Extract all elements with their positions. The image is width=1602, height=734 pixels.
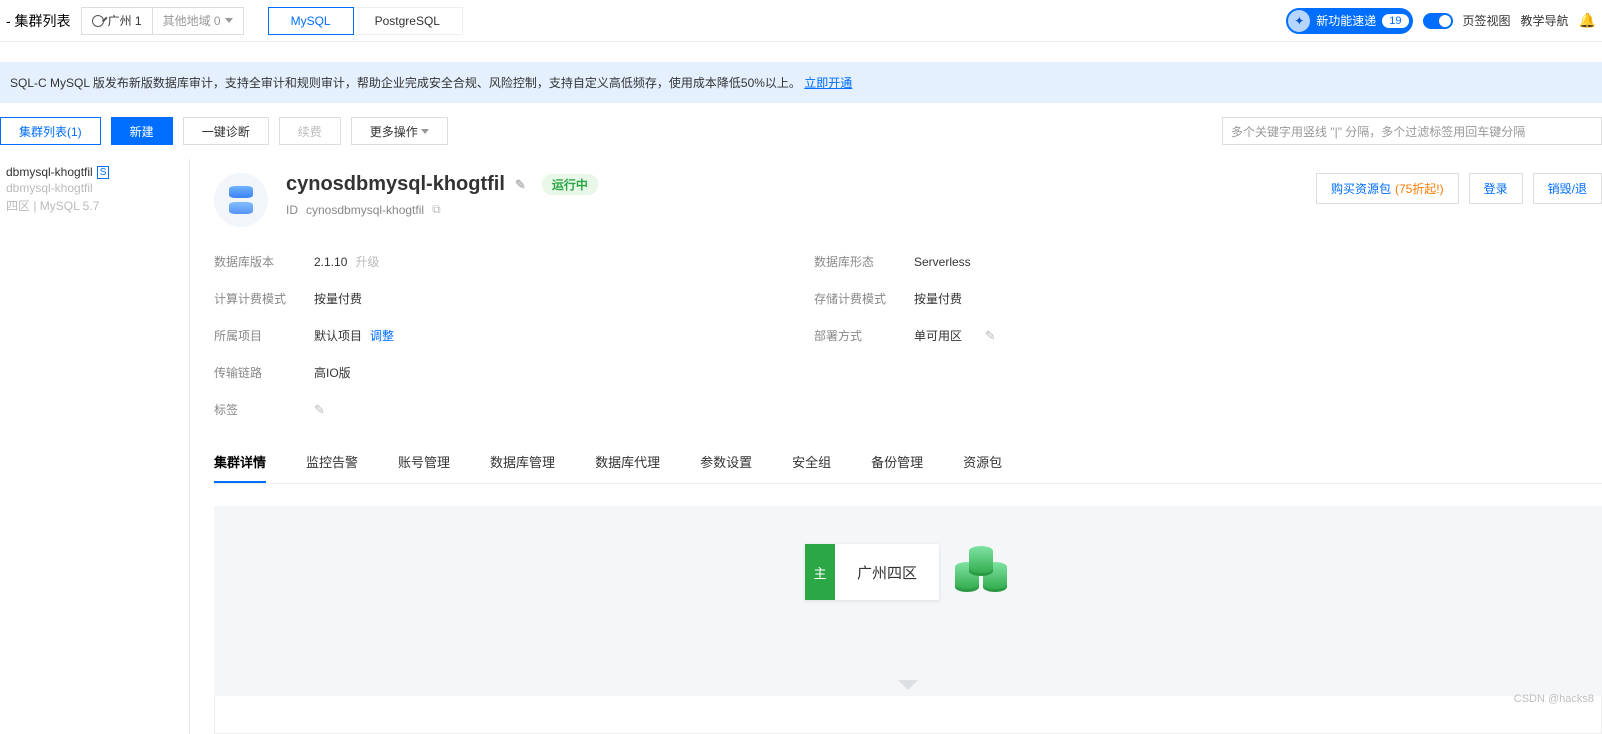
sidebar-cluster-item[interactable]: dbmysql-khogtfil S dbmysql-khogtfil 四区 |… bbox=[0, 165, 189, 214]
deploy-value: 单可用区 bbox=[914, 327, 962, 344]
server-cluster-icon bbox=[953, 544, 1011, 602]
bell-icon[interactable]: 🔔 bbox=[1579, 12, 1596, 29]
discount-label: (75折起!) bbox=[1395, 180, 1444, 197]
upgrade-link[interactable]: 升级 bbox=[355, 253, 379, 270]
chevron-down-icon bbox=[421, 129, 429, 134]
renew-button: 续费 bbox=[279, 117, 341, 145]
db-tab-mysql[interactable]: MySQL bbox=[268, 7, 354, 35]
bottom-panel bbox=[214, 694, 1602, 734]
diagnose-button[interactable]: 一键诊断 bbox=[183, 117, 269, 145]
new-button[interactable]: 新建 bbox=[111, 117, 173, 145]
region-other[interactable]: 其他地域 0 bbox=[153, 8, 243, 34]
tab-security[interactable]: 安全组 bbox=[792, 442, 831, 483]
status-badge: 运行中 bbox=[542, 174, 598, 195]
edit-tag-icon[interactable]: ✎ bbox=[314, 402, 325, 418]
id-label: ID bbox=[286, 203, 298, 217]
login-button[interactable]: 登录 bbox=[1469, 173, 1523, 204]
buy-label: 购买资源包 bbox=[1331, 180, 1391, 197]
link-value: 高IO版 bbox=[314, 364, 814, 381]
login-label: 登录 bbox=[1484, 180, 1508, 197]
database-icon bbox=[229, 186, 253, 214]
edit-deploy-icon[interactable]: ✎ bbox=[985, 328, 996, 344]
sidebar-item-id: dbmysql-khogtfil bbox=[6, 181, 183, 195]
node-zone: 广州四区 bbox=[835, 562, 939, 583]
tab-resource[interactable]: 资源包 bbox=[963, 442, 1002, 483]
copy-icon[interactable]: ⧉ bbox=[432, 202, 441, 217]
link-label: 传输链路 bbox=[214, 364, 314, 381]
search-input[interactable]: 多个关键字用竖线 "|" 分隔，多个过滤标签用回车键分隔 bbox=[1222, 117, 1602, 145]
tab-cluster-list[interactable]: 集群列表(1) bbox=[0, 117, 101, 145]
tab-db-manage[interactable]: 数据库管理 bbox=[490, 442, 555, 483]
cluster-info-grid: 数据库版本 2.1.10 升级 数据库形态 Serverless 计算计费模式 按… bbox=[214, 253, 1602, 418]
compute-billing-value: 按量付费 bbox=[314, 290, 814, 307]
region-other-label: 其他地域 0 bbox=[163, 12, 221, 29]
tab-backup[interactable]: 备份管理 bbox=[871, 442, 923, 483]
tab-db-proxy[interactable]: 数据库代理 bbox=[595, 442, 660, 483]
banner-text: SQL-C MySQL 版发布新版数据库审计，支持全审计和规则审计，帮助企业完成… bbox=[10, 76, 801, 90]
watermark: CSDN @hacks8 bbox=[1514, 693, 1594, 705]
cluster-list-sidebar: dbmysql-khogtfil S dbmysql-khogtfil 四区 |… bbox=[0, 159, 190, 734]
db-tab-postgres[interactable]: PostgreSQL bbox=[353, 8, 462, 34]
destroy-button[interactable]: 销毁/退 bbox=[1533, 173, 1602, 204]
new-feature-label: 新功能速递 bbox=[1316, 12, 1376, 29]
db-version-label: 数据库版本 bbox=[214, 253, 314, 270]
destroy-label: 销毁/退 bbox=[1548, 180, 1587, 197]
db-form-value: Serverless bbox=[914, 253, 1114, 270]
storage-billing-value: 按量付费 bbox=[914, 290, 1114, 307]
banner-link[interactable]: 立即开通 bbox=[804, 76, 852, 90]
adjust-project-link[interactable]: 调整 bbox=[370, 327, 394, 344]
pointer-down-icon bbox=[898, 680, 918, 690]
primary-node[interactable]: 主 广州四区 bbox=[805, 544, 939, 600]
serverless-badge: S bbox=[97, 166, 110, 179]
deploy-label: 部署方式 bbox=[814, 327, 914, 344]
tab-monitor[interactable]: 监控告警 bbox=[306, 442, 358, 483]
tag-label: 标签 bbox=[214, 401, 314, 418]
compute-billing-label: 计算计费模式 bbox=[214, 290, 314, 307]
edit-name-icon[interactable]: ✎ bbox=[515, 177, 526, 193]
detail-tabs: 集群详情 监控告警 账号管理 数据库管理 数据库代理 参数设置 安全组 备份管理… bbox=[214, 442, 1602, 484]
location-icon bbox=[92, 15, 104, 27]
region-selector[interactable]: 广州 1 其他地域 0 bbox=[81, 7, 244, 35]
db-engine-tabs: MySQL PostgreSQL bbox=[268, 7, 463, 35]
sidebar-item-meta: 四区 | MySQL 5.7 bbox=[6, 197, 183, 214]
promo-banner: SQL-C MySQL 版发布新版数据库审计，支持全审计和规则审计，帮助企业完成… bbox=[0, 62, 1602, 103]
cluster-id: cynosdbmysql-khogtfil bbox=[306, 203, 424, 217]
project-value: 默认项目 bbox=[314, 327, 362, 344]
buy-package-button[interactable]: 购买资源包 (75折起!) bbox=[1316, 173, 1459, 204]
more-actions-label: 更多操作 bbox=[370, 123, 418, 140]
announcement-icon: ✦ bbox=[1288, 10, 1310, 32]
chevron-down-icon bbox=[225, 18, 233, 23]
page-title: - 集群列表 bbox=[6, 11, 71, 31]
project-label: 所属项目 bbox=[214, 327, 314, 344]
db-form-label: 数据库形态 bbox=[814, 253, 914, 270]
cluster-name: cynosdbmysql-khogtfil bbox=[286, 173, 505, 196]
sidebar-item-name: dbmysql-khogtfil bbox=[6, 165, 93, 179]
cluster-avatar bbox=[214, 173, 268, 227]
tab-account[interactable]: 账号管理 bbox=[398, 442, 450, 483]
tab-view-label: 页签视图 bbox=[1463, 12, 1511, 29]
tab-view-toggle[interactable] bbox=[1423, 13, 1453, 29]
storage-billing-label: 存储计费模式 bbox=[814, 290, 914, 307]
region-current[interactable]: 广州 1 bbox=[82, 8, 153, 34]
new-feature-pill[interactable]: ✦ 新功能速递 19 bbox=[1286, 8, 1412, 34]
more-actions-button[interactable]: 更多操作 bbox=[351, 117, 448, 145]
db-version-value: 2.1.10 bbox=[314, 255, 347, 269]
topology-canvas: 主 广州四区 bbox=[214, 506, 1602, 696]
region-current-label: 广州 1 bbox=[108, 12, 142, 29]
new-feature-badge: 19 bbox=[1382, 14, 1408, 28]
tutorial-link[interactable]: 教学导航 bbox=[1521, 12, 1569, 29]
tab-cluster-detail[interactable]: 集群详情 bbox=[214, 442, 266, 483]
tab-params[interactable]: 参数设置 bbox=[700, 442, 752, 483]
primary-tag: 主 bbox=[805, 544, 835, 600]
